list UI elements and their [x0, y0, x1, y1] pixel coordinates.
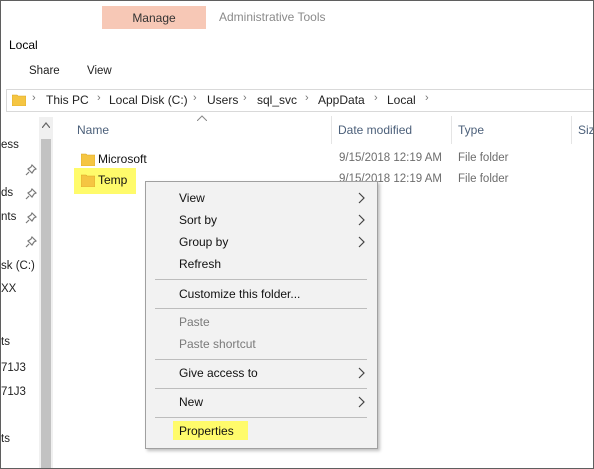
nav-item-local-disk[interactable]: sk (C:): [1, 260, 35, 272]
breadcrumb-sql-svc[interactable]: sql_svc: [257, 93, 297, 107]
menu-item-label: Properties: [179, 424, 234, 438]
menu-item-label: Paste: [179, 315, 210, 329]
breadcrumb-separator-icon[interactable]: ›: [243, 92, 247, 104]
file-name: Microsoft: [98, 152, 147, 166]
menu-item-label: Customize this folder...: [179, 287, 301, 301]
column-divider[interactable]: [571, 116, 572, 144]
menu-separator: [155, 388, 367, 389]
menu-item-sort-by[interactable]: Sort by: [146, 209, 377, 231]
menu-item-new[interactable]: New: [146, 391, 377, 413]
file-name: Temp: [98, 173, 128, 187]
sort-ascending-icon: [197, 115, 207, 121]
nav-item-quick-access[interactable]: ess: [1, 139, 19, 151]
menu-separator: [155, 359, 367, 360]
chevron-right-icon: [358, 367, 365, 379]
administrative-tools-label: Administrative Tools: [219, 10, 326, 24]
menu-item-label: Give access to: [179, 366, 258, 380]
breadcrumb-local-disk[interactable]: Local Disk (C:): [109, 93, 188, 107]
menu-separator: [155, 279, 367, 280]
menu-item-label: Refresh: [179, 257, 222, 271]
chevron-right-icon: [358, 396, 365, 408]
menu-item-view[interactable]: View: [146, 187, 377, 209]
nav-item-71j3-2[interactable]: 71J3: [1, 386, 26, 398]
window-title: Local: [9, 38, 38, 52]
nav-item-downloads[interactable]: ds: [1, 187, 13, 199]
menu-item-refresh[interactable]: Refresh: [146, 253, 377, 275]
breadcrumb-this-pc[interactable]: This PC: [46, 93, 89, 107]
menu-item-label: New: [179, 395, 204, 409]
nav-item-ts-2[interactable]: ts: [1, 433, 10, 445]
breadcrumb-separator-icon[interactable]: ›: [193, 92, 197, 104]
column-divider[interactable]: [451, 116, 452, 144]
column-header-name[interactable]: Name: [77, 123, 109, 137]
manage-tab[interactable]: Manage: [102, 6, 206, 29]
explorer-window: Manage Administrative Tools Local Share …: [0, 0, 594, 469]
menu-item-group-by[interactable]: Group by: [146, 231, 377, 253]
pin-icon[interactable]: [25, 212, 37, 224]
context-menu: View Sort by Group by Refresh Customize …: [145, 181, 378, 449]
nav-item-ts[interactable]: ts: [1, 336, 10, 348]
scroll-up-icon[interactable]: [42, 122, 50, 128]
column-header-date-modified[interactable]: Date modified: [338, 123, 412, 137]
pin-icon[interactable]: [25, 236, 37, 248]
menu-item-label: View: [179, 191, 205, 205]
menu-item-label: Paste shortcut: [179, 337, 256, 351]
menu-item-give-access[interactable]: Give access to: [146, 362, 377, 384]
menu-separator: [155, 417, 367, 418]
breadcrumb-separator-icon[interactable]: ›: [425, 92, 429, 104]
nav-item-documents[interactable]: nts: [1, 211, 16, 223]
file-type: File folder: [458, 173, 509, 185]
menu-item-label: Sort by: [179, 213, 218, 227]
tab-share[interactable]: Share: [29, 65, 60, 77]
breadcrumb-separator-icon[interactable]: ›: [374, 92, 378, 104]
breadcrumb-appdata[interactable]: AppData: [318, 93, 365, 107]
nav-item-71j3[interactable]: 71J3: [1, 362, 26, 374]
file-date: 9/15/2018 12:19 AM: [339, 152, 442, 164]
nav-scrollbar[interactable]: [39, 117, 53, 468]
menu-item-customize-folder[interactable]: Customize this folder...: [146, 283, 377, 305]
breadcrumb-separator-icon[interactable]: ›: [305, 92, 309, 104]
list-item[interactable]: Microsoft 9/15/2018 12:19 AM File folder: [74, 149, 593, 169]
breadcrumb-separator-icon[interactable]: ›: [97, 92, 101, 104]
chevron-right-icon: [358, 192, 365, 204]
address-bar[interactable]: › This PC › Local Disk (C:) › Users › sq…: [6, 89, 593, 112]
column-header-type[interactable]: Type: [458, 123, 484, 137]
breadcrumb-local[interactable]: Local: [387, 93, 416, 107]
menu-separator: [155, 308, 367, 309]
file-type: File folder: [458, 152, 509, 164]
menu-item-paste-shortcut[interactable]: Paste shortcut: [146, 333, 377, 355]
column-divider[interactable]: [331, 116, 332, 144]
pin-icon[interactable]: [25, 164, 37, 176]
chevron-right-icon: [358, 236, 365, 248]
tab-view[interactable]: View: [87, 65, 112, 77]
column-header-size[interactable]: Size: [578, 123, 593, 137]
pin-icon[interactable]: [25, 188, 37, 200]
menu-item-label: Group by: [179, 235, 229, 249]
nav-item-xx[interactable]: XX: [1, 283, 16, 295]
chevron-right-icon: [358, 214, 365, 226]
folder-icon: [81, 174, 95, 187]
scrollbar-thumb[interactable]: [41, 139, 51, 468]
menu-item-properties[interactable]: Properties: [146, 420, 377, 442]
folder-icon: [81, 153, 95, 166]
breadcrumb-separator-icon[interactable]: ›: [32, 92, 36, 104]
menu-item-paste[interactable]: Paste: [146, 311, 377, 333]
folder-icon: [12, 94, 26, 106]
breadcrumb-users[interactable]: Users: [207, 93, 238, 107]
